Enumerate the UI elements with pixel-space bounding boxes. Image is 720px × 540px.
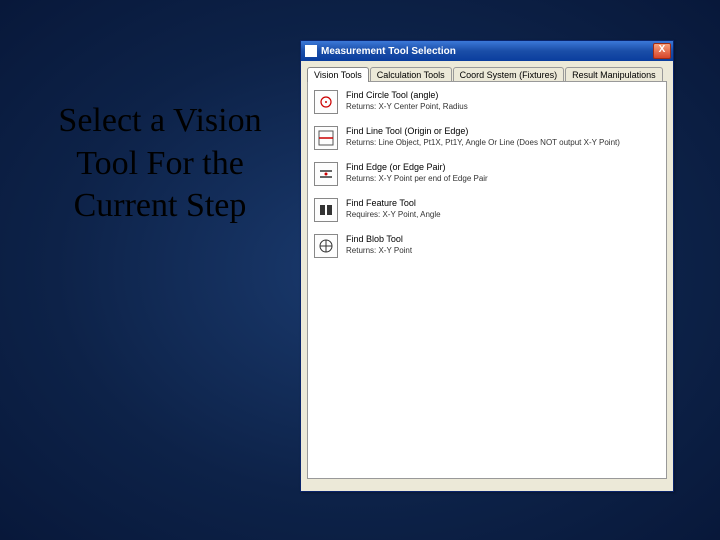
tool-title: Find Circle Tool (angle) xyxy=(346,90,660,100)
line-tool-icon xyxy=(314,126,338,150)
tool-text: Find Feature Tool Requires: X-Y Point, A… xyxy=(346,198,660,219)
window-titlebar: Measurement Tool Selection X xyxy=(301,41,673,61)
tab-coord-system[interactable]: Coord System (Fixtures) xyxy=(453,67,565,82)
edge-tool-icon xyxy=(314,162,338,186)
app-icon xyxy=(305,45,317,57)
close-button[interactable]: X xyxy=(653,43,671,59)
window-body: Vision Tools Calculation Tools Coord Sys… xyxy=(301,61,673,491)
tool-title: Find Edge (or Edge Pair) xyxy=(346,162,660,172)
window-title: Measurement Tool Selection xyxy=(321,46,653,57)
tab-result-manipulations[interactable]: Result Manipulations xyxy=(565,67,663,82)
tool-row-blob[interactable]: Find Blob Tool Returns: X-Y Point xyxy=(314,234,660,258)
tool-row-circle[interactable]: Find Circle Tool (angle) Returns: X-Y Ce… xyxy=(314,90,660,114)
tab-vision-tools[interactable]: Vision Tools xyxy=(307,67,369,82)
tool-row-edge[interactable]: Find Edge (or Edge Pair) Returns: X-Y Po… xyxy=(314,162,660,186)
tool-text: Find Blob Tool Returns: X-Y Point xyxy=(346,234,660,255)
tool-desc: Returns: X-Y Center Point, Radius xyxy=(346,102,660,111)
slide-caption: Select a Vision Tool For the Current Ste… xyxy=(30,100,290,228)
tool-text: Find Circle Tool (angle) Returns: X-Y Ce… xyxy=(346,90,660,111)
measurement-tool-window: Measurement Tool Selection X Vision Tool… xyxy=(300,40,674,492)
tool-text: Find Line Tool (Origin or Edge) Returns:… xyxy=(346,126,660,147)
circle-tool-icon xyxy=(314,90,338,114)
tab-calculation-tools[interactable]: Calculation Tools xyxy=(370,67,452,82)
tool-desc: Returns: Line Object, Pt1X, Pt1Y, Angle … xyxy=(346,138,660,147)
tool-desc: Returns: X-Y Point xyxy=(346,246,660,255)
presentation-slide: Select a Vision Tool For the Current Ste… xyxy=(0,0,720,540)
tool-row-line[interactable]: Find Line Tool (Origin or Edge) Returns:… xyxy=(314,126,660,150)
tool-title: Find Line Tool (Origin or Edge) xyxy=(346,126,660,136)
tool-desc: Returns: X-Y Point per end of Edge Pair xyxy=(346,174,660,183)
tool-text: Find Edge (or Edge Pair) Returns: X-Y Po… xyxy=(346,162,660,183)
tool-title: Find Blob Tool xyxy=(346,234,660,244)
blob-tool-icon xyxy=(314,234,338,258)
tool-row-feature[interactable]: Find Feature Tool Requires: X-Y Point, A… xyxy=(314,198,660,222)
tool-desc: Requires: X-Y Point, Angle xyxy=(346,210,660,219)
tool-title: Find Feature Tool xyxy=(346,198,660,208)
feature-tool-icon xyxy=(314,198,338,222)
tab-strip: Vision Tools Calculation Tools Coord Sys… xyxy=(307,67,667,82)
tab-panel-vision-tools: Find Circle Tool (angle) Returns: X-Y Ce… xyxy=(307,81,667,479)
